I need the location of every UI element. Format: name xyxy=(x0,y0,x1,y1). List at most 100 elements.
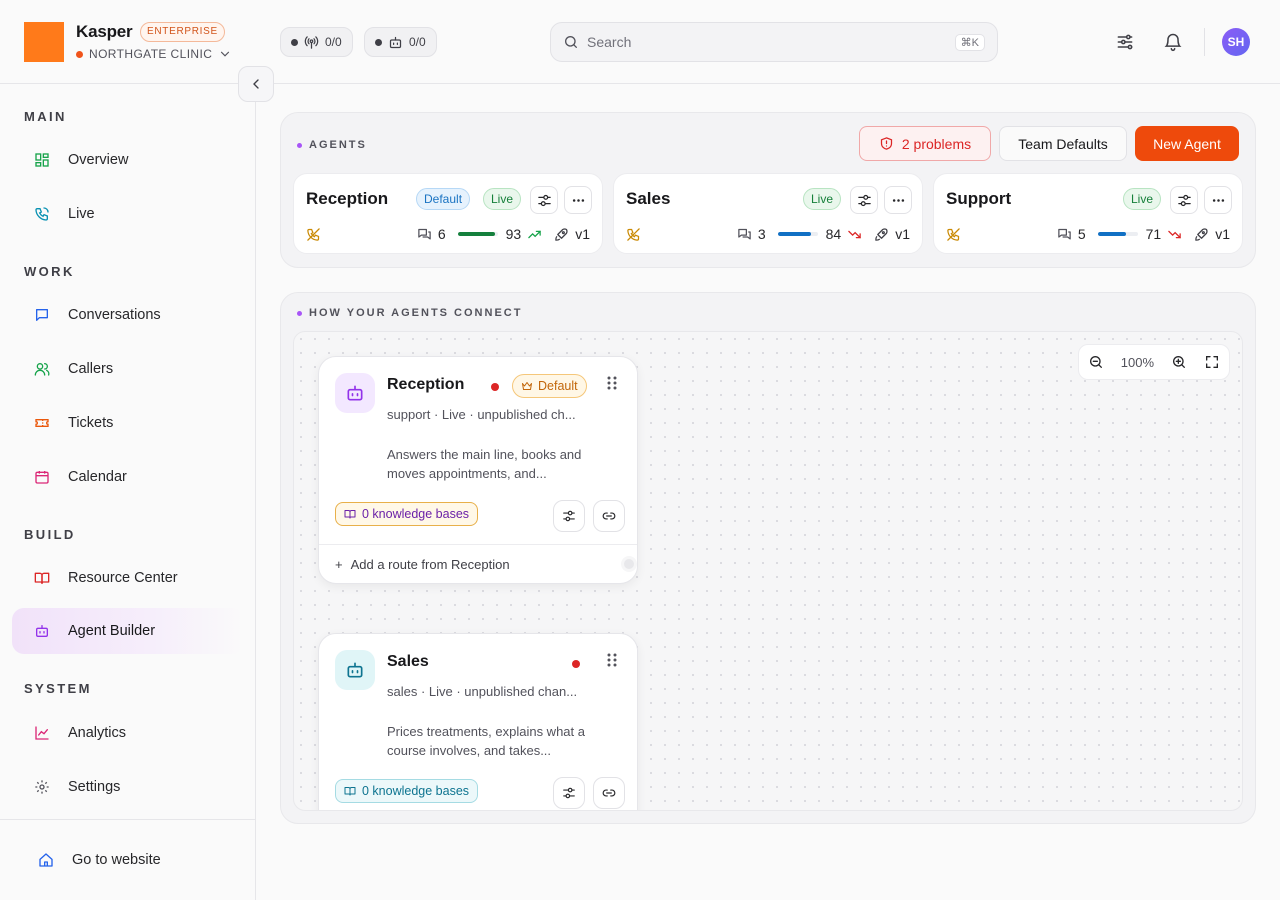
conversations-stat: 6 xyxy=(417,226,446,242)
broadcast-icon xyxy=(304,35,319,49)
node-title: Sales xyxy=(387,653,429,670)
connect-panel: HOW YOUR AGENTS CONNECT 100% Reception D… xyxy=(280,292,1256,824)
bell-icon[interactable] xyxy=(1161,30,1185,54)
agents-count: 0/0 xyxy=(409,35,426,49)
default-badge-label: Default xyxy=(538,379,578,393)
agent-card-reception[interactable]: Reception Default Live 6 93 v1 xyxy=(293,173,603,254)
flow-node-sales[interactable]: Sales sales · Live · unpublished chan...… xyxy=(318,633,638,810)
crown-icon xyxy=(522,382,532,390)
phone-off-icon xyxy=(947,227,960,241)
link-icon xyxy=(602,512,616,520)
book-icon xyxy=(34,572,50,584)
zoom-out-icon[interactable] xyxy=(1088,354,1104,370)
org-switcher[interactable]: NORTHGATE CLINIC xyxy=(76,47,232,61)
connect-panel-title: HOW YOUR AGENTS CONNECT xyxy=(297,307,522,319)
sidebar-item-calendar[interactable]: Calendar xyxy=(12,454,244,500)
knowledge-label: 0 knowledge bases xyxy=(362,507,470,521)
node-settings-button[interactable] xyxy=(553,500,585,532)
flow-canvas[interactable]: 100% Reception Default support · Live · … xyxy=(293,331,1243,811)
search-icon xyxy=(565,36,577,48)
drag-handle-icon[interactable] xyxy=(605,652,619,668)
add-route-label: Add a route from Reception xyxy=(350,557,510,572)
problems-button[interactable]: 2 problems xyxy=(859,126,991,161)
connection-handle[interactable] xyxy=(621,556,637,572)
panel-title-text: AGENTS xyxy=(309,139,367,151)
sidebar-item-callers[interactable]: Callers xyxy=(12,346,244,392)
messages-icon xyxy=(738,228,751,239)
more-horizontal-icon xyxy=(1212,198,1224,202)
more-button[interactable] xyxy=(564,186,592,214)
link-icon xyxy=(602,789,616,797)
search-shortcut: ⌘K xyxy=(954,33,985,51)
team-defaults-button[interactable]: Team Defaults xyxy=(999,126,1127,161)
sidebar-item-resource-center[interactable]: Resource Center xyxy=(12,555,244,601)
more-button[interactable] xyxy=(1204,186,1232,214)
version-label: v1 xyxy=(1215,226,1230,242)
node-link-button[interactable] xyxy=(593,500,625,532)
knowledge-chip[interactable]: 0 knowledge bases xyxy=(335,502,479,526)
node-settings-button[interactable] xyxy=(553,777,585,809)
fullscreen-icon[interactable] xyxy=(1204,354,1220,370)
divider xyxy=(0,819,256,820)
home-icon xyxy=(39,853,53,867)
calendar-icon xyxy=(35,471,49,484)
phone-off-icon xyxy=(307,227,320,241)
org-name: NORTHGATE CLINIC xyxy=(89,47,213,61)
score-value: 71 xyxy=(1145,226,1162,242)
add-route-button[interactable]: + Add a route from Reception xyxy=(319,544,637,584)
bullet xyxy=(297,310,302,316)
sidebar-item-settings[interactable]: Settings xyxy=(12,764,244,810)
settings-sliders-button[interactable] xyxy=(1170,186,1198,214)
drag-handle-icon[interactable] xyxy=(605,375,619,391)
shield-alert-icon xyxy=(880,137,892,150)
section-build: BUILD xyxy=(24,527,76,542)
status-dot xyxy=(375,38,382,46)
settings-sliders-button[interactable] xyxy=(530,186,558,214)
sidebar-item-label: Resource Center xyxy=(68,570,178,586)
section-work: WORK xyxy=(24,264,75,279)
settings-sliders-button[interactable] xyxy=(850,186,878,214)
avatar[interactable]: SH xyxy=(1222,28,1250,56)
bot-icon xyxy=(36,625,48,637)
filters-icon[interactable] xyxy=(1113,30,1137,54)
dashboard-icon xyxy=(35,153,49,167)
agent-card-sales[interactable]: Sales Live 3 84 v1 xyxy=(613,173,923,254)
zoom-in-icon[interactable] xyxy=(1171,354,1187,370)
search-input[interactable]: Search ⌘K xyxy=(550,22,998,62)
agent-card-support[interactable]: Support Live 5 71 v1 xyxy=(933,173,1243,254)
sliders-icon xyxy=(857,194,871,206)
more-button[interactable] xyxy=(884,186,912,214)
knowledge-chip[interactable]: 0 knowledge bases xyxy=(335,779,479,803)
node-subtitle: sales · Live · unpublished chan... xyxy=(387,684,578,699)
top-bar: Kasper ENTERPRISE NORTHGATE CLINIC 0/0 0… xyxy=(0,0,1280,84)
sidebar-item-label: Tickets xyxy=(68,415,114,431)
sidebar-item-label: Settings xyxy=(68,779,121,795)
calls-pill[interactable]: 0/0 xyxy=(280,27,353,57)
chevron-down-icon xyxy=(221,51,230,57)
sidebar-item-analytics[interactable]: Analytics xyxy=(12,710,244,756)
new-agent-button[interactable]: New Agent xyxy=(1135,126,1239,161)
sidebar-item-conversations[interactable]: Conversations xyxy=(12,292,244,338)
agents-pill[interactable]: 0/0 xyxy=(364,27,437,57)
version-label: v1 xyxy=(575,226,590,242)
flow-node-reception[interactable]: Reception Default support · Live · unpub… xyxy=(318,356,638,584)
sidebar-item-overview[interactable]: Overview xyxy=(12,137,244,183)
score-bar-fill xyxy=(1097,232,1127,236)
node-subtitle: support · Live · unpublished ch... xyxy=(387,407,576,422)
sidebar-item-label: Callers xyxy=(68,361,114,377)
conversations-count: 3 xyxy=(757,226,766,242)
node-link-button[interactable] xyxy=(593,777,625,809)
sidebar-item-label: Live xyxy=(68,206,95,222)
chevron-left-icon xyxy=(253,79,259,89)
logo[interactable] xyxy=(24,22,64,62)
sidebar-item-live[interactable]: Live xyxy=(12,191,244,237)
sidebar-item-agent-builder[interactable]: Agent Builder xyxy=(12,608,244,654)
score-bar-fill xyxy=(457,232,495,236)
sidebar-item-label: Conversations xyxy=(68,307,161,323)
zoom-controls: 100% xyxy=(1078,344,1230,380)
collapse-sidebar-button[interactable] xyxy=(238,66,274,102)
conversations-stat: 3 xyxy=(737,226,766,242)
go-to-website-link[interactable]: Go to website xyxy=(12,837,244,883)
divider xyxy=(1204,28,1205,56)
sidebar-item-tickets[interactable]: Tickets xyxy=(12,400,244,446)
